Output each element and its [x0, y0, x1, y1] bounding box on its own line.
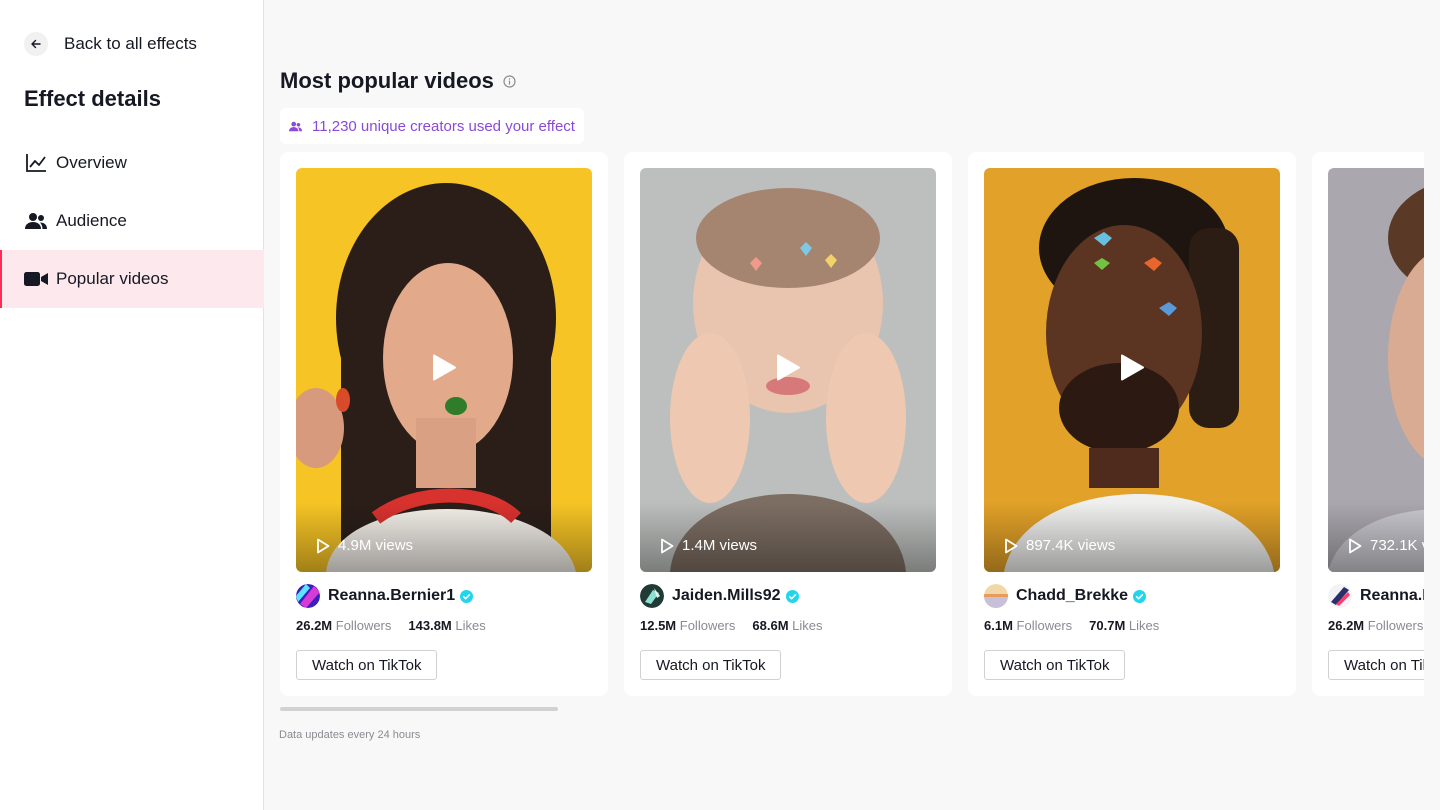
view-count: 897.4K views	[1004, 537, 1115, 554]
video-camera-icon	[24, 267, 48, 291]
video-card: 1.4M views Jaiden.Mills92 12.5M Follower…	[624, 152, 952, 696]
play-outline-icon	[1004, 538, 1018, 554]
followers-count: 12.5M	[640, 618, 677, 633]
play-icon[interactable]	[431, 354, 457, 387]
view-count-text: 732.1K views	[1370, 537, 1424, 554]
sidebar-item-audience[interactable]: Audience	[0, 192, 264, 250]
creator-name[interactable]: Chadd_Brekke	[1016, 587, 1128, 605]
unique-creators-text: 11,230 unique creators used your effect	[312, 117, 575, 135]
play-outline-icon	[660, 538, 674, 554]
sidebar-title: Effect details	[24, 86, 161, 111]
creator-stats: 6.1M Followers 70.7M Likes	[984, 618, 1159, 633]
creator-stats: 26.2M Followers 143.8M Likes	[296, 618, 486, 633]
watch-on-tiktok-button[interactable]: Watch on TikTok	[640, 650, 782, 680]
back-to-effects-link[interactable]: Back to all effects	[24, 32, 197, 56]
likes-count: 68.6M	[752, 618, 789, 633]
watch-on-tiktok-button[interactable]: Watch on TikTok	[296, 650, 438, 680]
video-thumbnail[interactable]: 1.4M views	[640, 168, 936, 572]
view-count-text: 4.9M views	[338, 537, 414, 554]
creator-name[interactable]: Jaiden.Mills92	[672, 587, 781, 605]
sidebar-item-popular-videos[interactable]: Popular videos	[0, 250, 264, 308]
avatar[interactable]	[296, 584, 320, 608]
creator-row: Chadd_Brekke	[984, 584, 1147, 608]
creator-row: Reanna.Bernier1	[1328, 584, 1424, 608]
avatar[interactable]	[1328, 584, 1352, 608]
page-title: Most popular videos	[280, 68, 494, 93]
likes-label: Likes	[1128, 618, 1160, 633]
play-outline-icon	[316, 538, 330, 554]
likes-label: Likes	[455, 618, 486, 633]
carousel-scrollbar[interactable]	[280, 707, 558, 711]
info-icon[interactable]	[503, 74, 516, 88]
watch-on-tiktok-button[interactable]: Watch on TikTok	[984, 650, 1126, 680]
video-thumbnail[interactable]: 4.9M views	[296, 168, 592, 572]
sidebar-item-label: Audience	[56, 211, 127, 230]
view-count-text: 897.4K views	[1026, 537, 1116, 554]
sidebar-nav: Overview Audience Popular videos	[0, 134, 264, 308]
view-count-text: 1.4M views	[682, 537, 758, 554]
play-icon[interactable]	[775, 354, 801, 387]
view-count: 4.9M views	[316, 537, 413, 554]
people-icon	[289, 121, 302, 132]
unique-creators-badge: 11,230 unique creators used your effect	[280, 108, 584, 144]
followers-count: 26.2M	[296, 618, 333, 633]
creator-row: Jaiden.Mills92	[640, 584, 799, 608]
verified-badge-icon	[460, 589, 474, 603]
creator-name[interactable]: Reanna.Bernier1	[328, 587, 455, 605]
sidebar: Back to all effects Effect details Overv…	[0, 0, 264, 810]
video-thumbnail[interactable]: 897.4K views	[984, 168, 1280, 572]
likes-label: Likes	[792, 618, 823, 633]
followers-label: Followers	[335, 618, 392, 633]
sidebar-item-overview[interactable]: Overview	[0, 134, 264, 192]
avatar[interactable]	[984, 584, 1008, 608]
creator-name[interactable]: Reanna.Bernier1	[1360, 587, 1424, 605]
followers-label: Followers	[1367, 618, 1424, 633]
line-chart-icon	[24, 151, 48, 175]
video-card: 4.9M views Reanna.Bernier1 26.2M Followe…	[280, 152, 608, 696]
likes-count: 143.8M	[408, 618, 452, 633]
watch-on-tiktok-button[interactable]: Watch on TikTok	[1328, 650, 1424, 680]
verified-badge-icon	[785, 589, 799, 603]
data-update-note: Data updates every 24 hours	[279, 729, 421, 741]
likes-count: 70.7M	[1089, 618, 1126, 633]
sidebar-item-label: Overview	[56, 153, 127, 172]
creator-row: Reanna.Bernier1	[296, 584, 474, 608]
play-outline-icon	[1348, 538, 1362, 554]
followers-count: 26.2M	[1328, 618, 1365, 633]
creator-stats: 26.2M Followers	[1328, 618, 1423, 633]
creator-stats: 12.5M Followers 68.6M Likes	[640, 618, 823, 633]
view-count: 1.4M views	[660, 537, 757, 554]
followers-label: Followers	[1016, 618, 1073, 633]
avatar[interactable]	[640, 584, 664, 608]
video-card: 732.1K views Reanna.Bernier1 26.2M Follo…	[1312, 152, 1424, 696]
view-count: 732.1K views	[1348, 537, 1424, 554]
video-carousel: 4.9M views Reanna.Bernier1 26.2M Followe…	[280, 152, 1424, 696]
followers-count: 6.1M	[984, 618, 1013, 633]
video-thumbnail[interactable]: 732.1K views	[1328, 168, 1424, 572]
sidebar-item-label: Popular videos	[56, 269, 169, 288]
video-card: 897.4K views Chadd_Brekke 6.1M Followers…	[968, 152, 1296, 696]
verified-badge-icon	[1133, 589, 1147, 603]
arrow-left-icon	[24, 32, 48, 56]
play-icon[interactable]	[1119, 354, 1145, 387]
people-icon	[24, 209, 48, 233]
page-title-row: Most popular videos	[280, 68, 516, 94]
followers-label: Followers	[679, 618, 736, 633]
back-label: Back to all effects	[64, 34, 197, 53]
